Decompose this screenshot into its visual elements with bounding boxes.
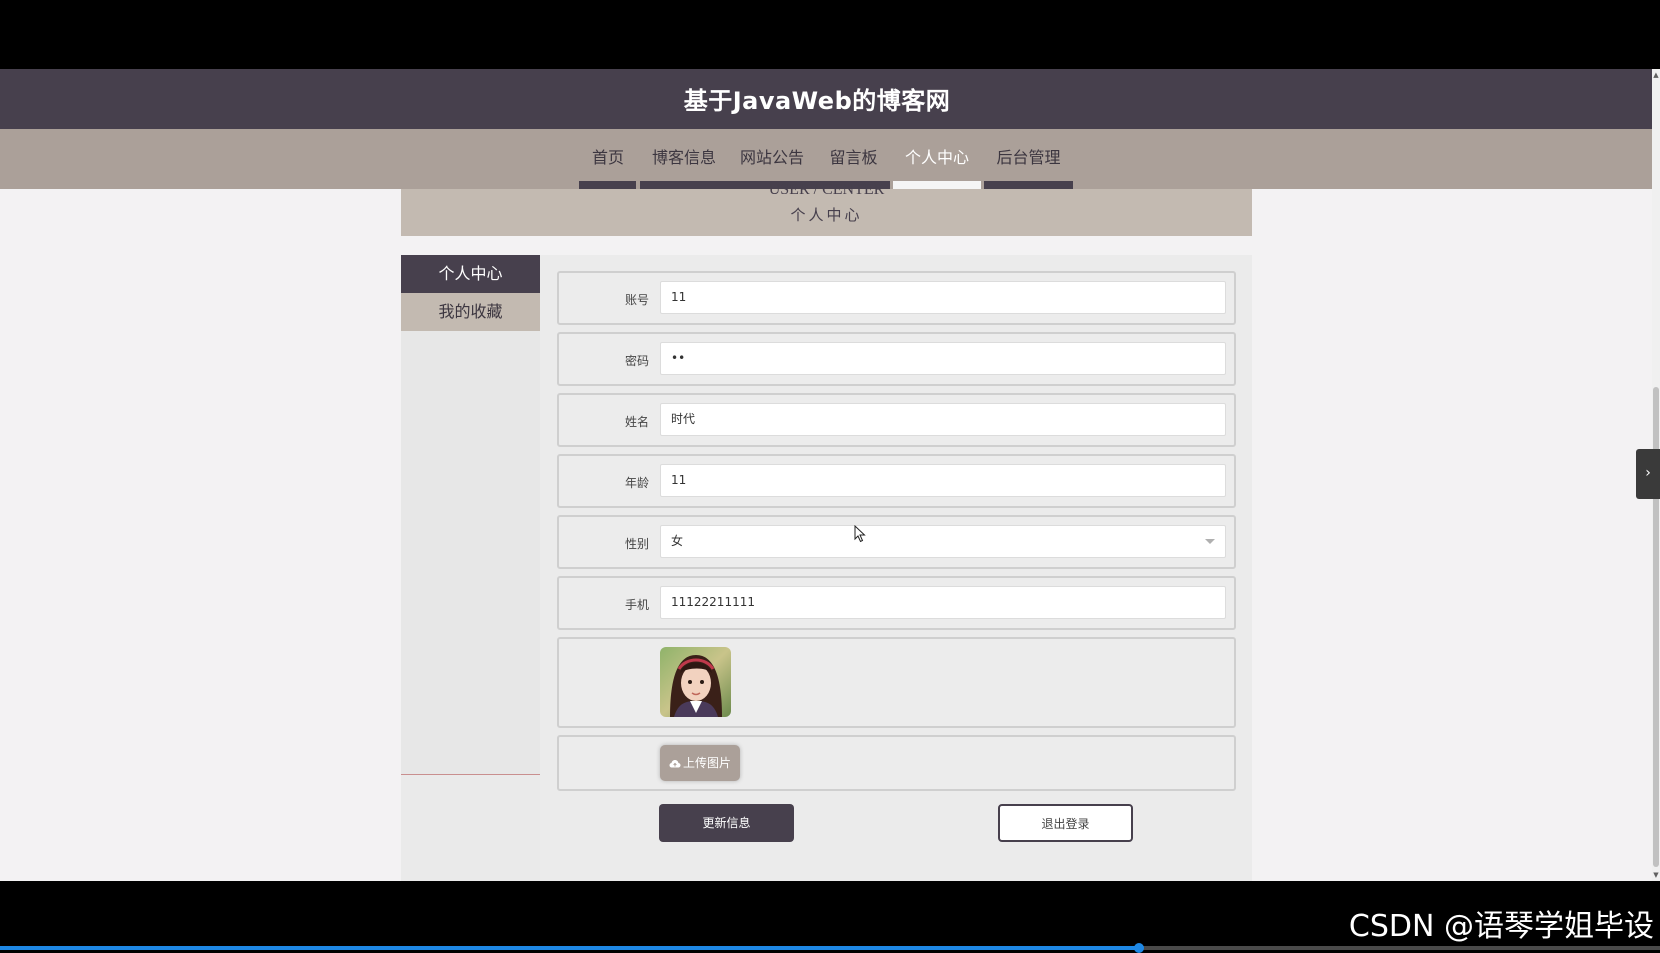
gender-select-value: 女 <box>671 534 684 548</box>
form-row-gender: 性别 女 <box>557 515 1236 569</box>
watermark: CSDN @语琴学姐毕设 <box>1348 909 1654 944</box>
password-input[interactable]: •• <box>660 342 1226 375</box>
video-progress-bar[interactable] <box>0 946 1660 950</box>
form-row-account: 账号 11 <box>557 271 1236 325</box>
form-row-age: 年龄 11 <box>557 454 1236 508</box>
content-panel: 个人中心 我的收藏 账号 11 密码 •• 姓名 时代 年龄 11 性别 女 手… <box>401 255 1252 881</box>
logout-button[interactable]: 退出登录 <box>998 804 1133 842</box>
mouse-cursor-icon <box>854 525 866 543</box>
top-letterbox <box>0 0 1660 69</box>
form-row-phone: 手机 11122211111 <box>557 576 1236 630</box>
account-input[interactable]: 11 <box>660 281 1226 314</box>
nav-item-blog[interactable]: 博客信息 <box>640 143 728 173</box>
nav-item-home[interactable]: 首页 <box>580 143 636 173</box>
scroll-down-icon[interactable]: ▼ <box>1653 871 1659 879</box>
side-panel-toggle[interactable]: › <box>1636 449 1660 499</box>
phone-label: 手机 <box>624 598 649 612</box>
scroll-up-icon[interactable]: ▲ <box>1653 71 1659 79</box>
avatar-image <box>660 647 731 717</box>
nav-item-notice[interactable]: 网站公告 <box>728 143 816 173</box>
nav-item-guestbook[interactable]: 留言板 <box>816 143 891 173</box>
password-label: 密码 <box>624 354 649 368</box>
video-progress-fill <box>0 946 1139 950</box>
video-progress-knob[interactable] <box>1133 943 1144 953</box>
name-label: 姓名 <box>624 415 649 429</box>
bottom-letterbox: CSDN @语琴学姐毕设 <box>0 881 1660 953</box>
chevron-right-icon: › <box>1645 465 1651 481</box>
nav-item-admin[interactable]: 后台管理 <box>984 143 1073 173</box>
age-input[interactable]: 11 <box>660 464 1226 497</box>
main-nav: 首页 博客信息 网站公告 留言板 个人中心 后台管理 <box>0 129 1652 189</box>
upload-image-button[interactable]: 上传图片 <box>660 745 740 781</box>
banner-title-en: USER / CENTER <box>768 181 885 198</box>
account-label: 账号 <box>624 293 649 307</box>
age-label: 年龄 <box>624 476 649 490</box>
profile-form: 账号 11 密码 •• 姓名 时代 年龄 11 性别 女 手机 11122211… <box>540 255 1252 881</box>
avatar <box>660 647 731 717</box>
banner-title-zh: 个人中心 <box>790 206 863 224</box>
gender-label: 性别 <box>624 537 649 551</box>
cloud-upload-icon <box>669 760 681 768</box>
form-row-avatar <box>557 637 1236 728</box>
form-row-name: 姓名 时代 <box>557 393 1236 447</box>
form-row-upload: 上传图片 <box>557 735 1236 791</box>
site-title: 基于JavaWeb的博客网 <box>683 87 951 115</box>
sidebar: 个人中心 我的收藏 <box>401 255 540 775</box>
page-banner: USER / CENTER 个人中心 <box>401 181 1252 236</box>
update-info-button[interactable]: 更新信息 <box>659 804 794 842</box>
upload-image-label: 上传图片 <box>682 756 731 770</box>
sidebar-item-favorites[interactable]: 我的收藏 <box>401 293 540 331</box>
gender-select[interactable]: 女 <box>660 525 1226 558</box>
form-row-password: 密码 •• <box>557 332 1236 386</box>
sidebar-item-user-center[interactable]: 个人中心 <box>401 255 540 293</box>
chevron-down-icon <box>1205 539 1215 544</box>
phone-input[interactable]: 11122211111 <box>660 586 1226 619</box>
nav-item-user-center[interactable]: 个人中心 <box>893 143 981 173</box>
browser-viewport: 基于JavaWeb的博客网 首页 博客信息 网站公告 留言板 个人中心 后台管理… <box>0 69 1652 881</box>
name-input[interactable]: 时代 <box>660 403 1226 436</box>
site-header: 基于JavaWeb的博客网 <box>0 69 1652 129</box>
